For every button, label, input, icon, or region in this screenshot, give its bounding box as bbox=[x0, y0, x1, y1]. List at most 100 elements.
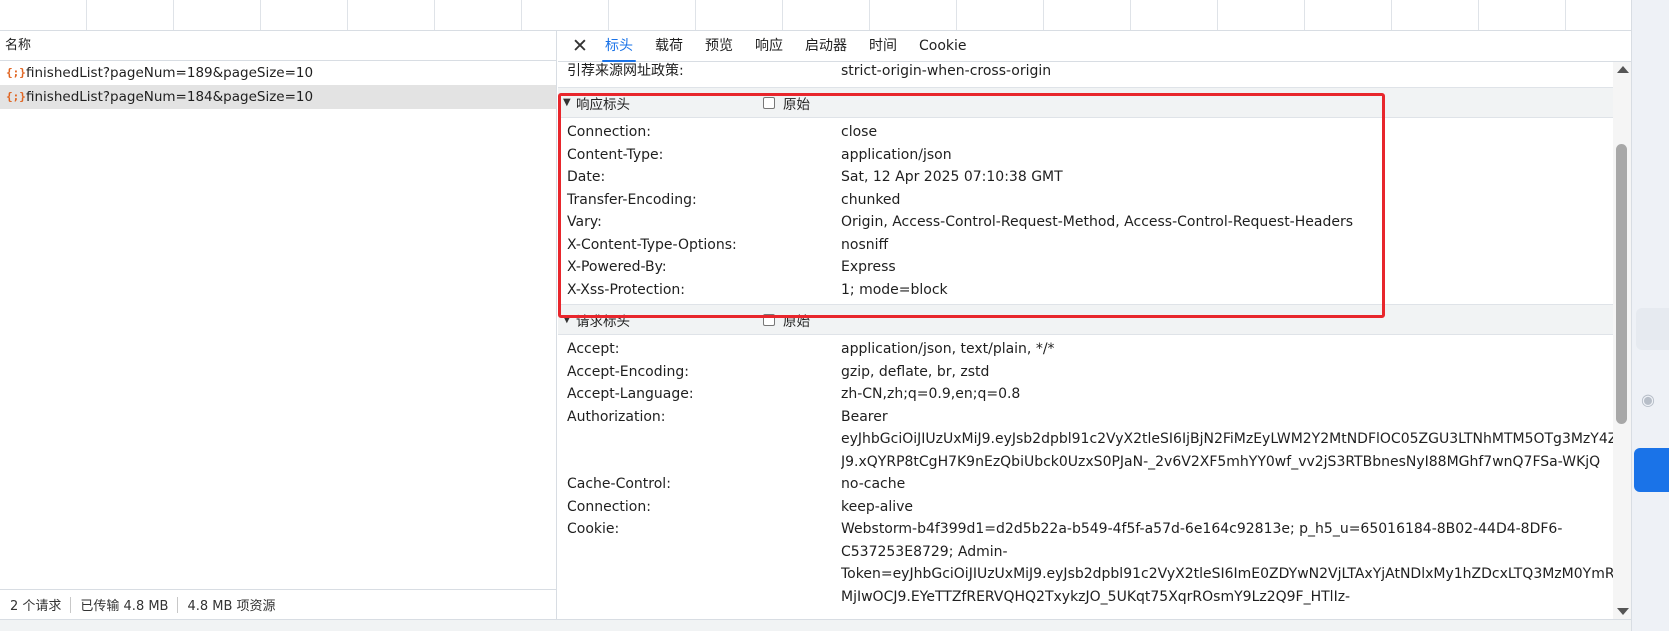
header-value: Express bbox=[841, 259, 896, 275]
waterfall-cell bbox=[1305, 0, 1392, 30]
waterfall-cell bbox=[1479, 0, 1566, 30]
header-key: Accept: bbox=[567, 341, 620, 357]
eye-icon[interactable]: ◉ bbox=[1641, 390, 1655, 409]
waterfall-cell bbox=[261, 0, 348, 30]
header-key: Content-Type: bbox=[567, 146, 664, 163]
header-row: Accept: application/json, text/plain, */* bbox=[558, 338, 1613, 361]
header-row: Accept-Encoding: gzip, deflate, br, zstd bbox=[558, 361, 1613, 384]
name-column-header[interactable]: 名称 bbox=[0, 31, 556, 61]
header-value: zh-CN,zh;q=0.9,en;q=0.8 bbox=[841, 386, 1021, 402]
header-key: Accept-Language: bbox=[567, 386, 694, 402]
waterfall-cell bbox=[522, 0, 609, 30]
tab-cookies[interactable]: Cookie bbox=[908, 31, 978, 62]
header-row: X-Powered-By: Express bbox=[558, 256, 1613, 279]
header-row-referrer-policy: 引荐来源网址政策: strict-origin-when-cross-origi… bbox=[558, 62, 1613, 87]
header-row-authorization: Authorization: Bearer eyJhbGciOiJIUzUxMi… bbox=[558, 406, 1613, 474]
response-headers-list: Connection: close Content-Type: applicatio… bbox=[558, 118, 1613, 304]
header-key: 引荐来源网址政策: bbox=[567, 63, 684, 79]
drawer-tabstrip[interactable] bbox=[0, 619, 1631, 631]
header-key: Connection: bbox=[567, 498, 651, 515]
section-title: 响应标头 bbox=[576, 96, 630, 113]
scroll-up-arrow-icon[interactable] bbox=[1617, 66, 1629, 73]
value-line: MjIwOCJ9.EYeTTZfRERVQHQ2TxykzJO_5UKqt75X… bbox=[841, 588, 1351, 605]
header-value: chunked bbox=[841, 191, 901, 208]
request-name: finishedList?pageNum=184&pageSize=10 bbox=[26, 89, 314, 105]
header-row: Connection: close bbox=[558, 121, 1613, 144]
fetch-json-icon: {;} bbox=[6, 66, 26, 79]
triangle-down-icon[interactable]: ▼ bbox=[558, 97, 572, 108]
scroll-down-arrow-icon[interactable] bbox=[1617, 608, 1629, 615]
waterfall-overview[interactable] bbox=[0, 0, 1631, 31]
waterfall-cell bbox=[348, 0, 435, 30]
headers-content: 引荐来源网址政策: strict-origin-when-cross-origi… bbox=[558, 62, 1613, 619]
header-row: X-Xss-Protection: 1; mode=block bbox=[558, 279, 1613, 302]
waterfall-cell bbox=[435, 0, 522, 30]
details-tabbar: ✕ 标头 载荷 预览 响应 启动器 时间 Cookie bbox=[558, 31, 1631, 62]
value-line: eyJhbGciOiJIUzUxMiJ9.eyJsb2dpbl91c2VyX2t… bbox=[841, 431, 1613, 447]
header-value: Bearer eyJhbGciOiJIUzUxMiJ9.eyJsb2dpbl91… bbox=[841, 406, 1613, 474]
header-row: X-Content-Type-Options: nosniff bbox=[558, 234, 1613, 257]
request-row[interactable]: {;} finishedList?pageNum=189&pageSize=10 bbox=[0, 61, 556, 85]
waterfall-cell bbox=[1392, 0, 1479, 30]
section-title: 请求标头 bbox=[576, 313, 630, 330]
request-count: 2 个请求 bbox=[10, 599, 62, 614]
triangle-down-icon[interactable]: ▼ bbox=[558, 314, 572, 325]
header-value: keep-alive bbox=[841, 498, 914, 515]
header-row-cookie: Cookie: Webstorm-b4f399d1=d2d5b22a-b549-… bbox=[558, 518, 1613, 608]
waterfall-cell bbox=[1131, 0, 1218, 30]
header-key: Vary: bbox=[567, 214, 602, 230]
waterfall-cell bbox=[87, 0, 174, 30]
header-value: no-cache bbox=[841, 476, 906, 492]
divider bbox=[70, 596, 72, 613]
raw-checkbox[interactable] bbox=[763, 313, 775, 326]
close-icon[interactable]: ✕ bbox=[566, 32, 594, 60]
header-row: Cache-Control: no-cache bbox=[558, 473, 1613, 496]
request-name: finishedList?pageNum=189&pageSize=10 bbox=[26, 65, 314, 81]
request-details-pane: ✕ 标头 载荷 预览 响应 启动器 时间 Cookie 引荐来源网址政策: st… bbox=[558, 31, 1631, 619]
raw-checkbox[interactable] bbox=[763, 96, 775, 109]
waterfall-cell bbox=[957, 0, 1044, 30]
waterfall-cell bbox=[870, 0, 957, 30]
raw-label: 原始 bbox=[783, 96, 810, 113]
request-headers-section[interactable]: ▼ 请求标头 原始 bbox=[558, 304, 1613, 335]
value-line: Bearer bbox=[841, 408, 888, 425]
waterfall-cell bbox=[0, 0, 87, 30]
request-row-selected[interactable]: {;} finishedList?pageNum=184&pageSize=10 bbox=[0, 85, 556, 109]
tab-initiator[interactable]: 启动器 bbox=[794, 31, 858, 62]
value-line: Webstorm-b4f399d1=d2d5b22a-b549-4f5f-a57… bbox=[841, 521, 1563, 537]
header-key: Authorization: bbox=[567, 408, 666, 425]
header-value: 1; mode=block bbox=[841, 281, 948, 298]
header-value: Sat, 12 Apr 2025 07:10:38 GMT bbox=[841, 169, 1063, 185]
value-line: C537253E8729; Admin- bbox=[841, 543, 1008, 560]
fetch-json-icon: {;} bbox=[6, 90, 26, 103]
request-list-pane: 名称 {;} finishedList?pageNum=189&pageSize… bbox=[0, 31, 557, 619]
response-headers-section[interactable]: ▼ 响应标头 原始 bbox=[558, 87, 1613, 118]
header-value: nosniff bbox=[841, 236, 889, 253]
header-key: Cookie: bbox=[567, 521, 620, 537]
side-action-button[interactable] bbox=[1634, 448, 1669, 492]
header-row: Connection: keep-alive bbox=[558, 496, 1613, 519]
tab-response[interactable]: 响应 bbox=[744, 31, 794, 62]
side-panel-strip: ◉ bbox=[1631, 0, 1669, 631]
header-value: Webstorm-b4f399d1=d2d5b22a-b549-4f5f-a57… bbox=[841, 518, 1613, 608]
details-scrollbar[interactable] bbox=[1613, 62, 1631, 619]
scrollbar-thumb[interactable] bbox=[1616, 144, 1627, 424]
tab-headers[interactable]: 标头 bbox=[594, 31, 644, 62]
divider bbox=[177, 596, 179, 613]
transferred-size: 已传输 4.8 MB bbox=[80, 599, 169, 614]
waterfall-cell bbox=[174, 0, 261, 30]
side-card[interactable] bbox=[1636, 308, 1669, 350]
header-key: Cache-Control: bbox=[567, 476, 671, 492]
tab-timing[interactable]: 时间 bbox=[858, 31, 908, 62]
waterfall-cell bbox=[696, 0, 783, 30]
tab-preview[interactable]: 预览 bbox=[694, 31, 744, 62]
header-key: Date: bbox=[567, 169, 606, 185]
header-row: Date: Sat, 12 Apr 2025 07:10:38 GMT bbox=[558, 166, 1613, 189]
header-value: close bbox=[841, 124, 878, 140]
tab-payload[interactable]: 载荷 bbox=[644, 31, 694, 62]
value-line: J9.xQYRP8tCgH7K9nEzQbiUbck0UzxS0PJaN-_2v… bbox=[841, 453, 1601, 470]
header-value: application/json, text/plain, */* bbox=[841, 341, 1055, 357]
waterfall-cell bbox=[1218, 0, 1305, 30]
header-row: Vary: Origin, Access-Control-Request-Meth… bbox=[558, 211, 1613, 234]
value-line: Token=eyJhbGciOiJIUzUxMiJ9.eyJsb2dpbl91c… bbox=[841, 566, 1613, 582]
